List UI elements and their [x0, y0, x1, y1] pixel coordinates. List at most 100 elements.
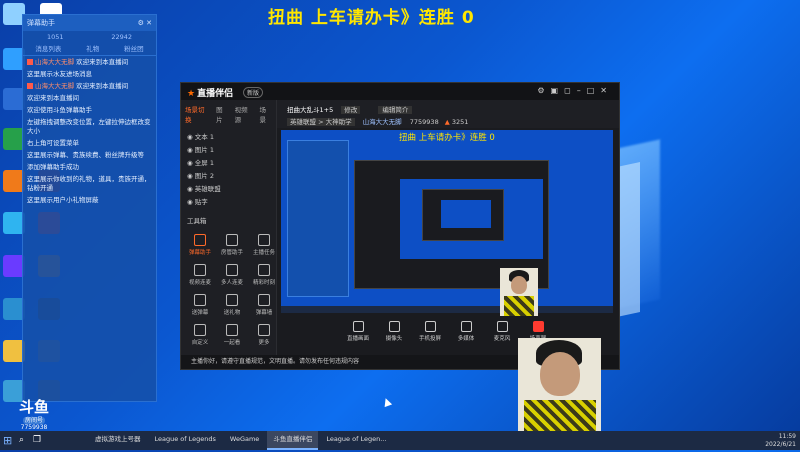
tool-icon	[226, 324, 238, 336]
tab-gifts[interactable]: 礼物	[86, 43, 99, 55]
tool-icon	[258, 324, 270, 336]
sidebar-tab-0[interactable]: 场景切换	[185, 104, 210, 124]
danmaku-helper-header[interactable]: 弹幕助手 ⚙ ✕	[23, 15, 156, 31]
chat-username[interactable]: 山海大大无脚	[35, 82, 74, 90]
search-icon[interactable]: ⌕	[19, 432, 33, 449]
sidebar-tab-3[interactable]: 场景	[259, 104, 272, 124]
eye-icon[interactable]: ◉	[187, 198, 195, 206]
status-text: 主播你好，请遵守直播规范，文明直播。请勿发布任何违规内容	[191, 358, 360, 365]
room-category[interactable]: 英雄联盟 > 大神助学	[287, 118, 355, 126]
chat-message: 这里展示用户小礼物屏蔽	[23, 194, 156, 206]
control-scene[interactable]: 直播画面	[345, 319, 371, 349]
layer-item[interactable]: ◉ 英雄联盟	[181, 180, 276, 193]
tool-item[interactable]: 房管助手	[217, 230, 247, 258]
room-edit-button[interactable]: 修改	[341, 106, 361, 114]
tab-messages[interactable]: 消息列表	[35, 43, 61, 55]
eye-icon[interactable]: ◉	[187, 133, 195, 141]
chat-text: 欢迎来到本直播间	[27, 94, 79, 102]
layer-list: ◉ 文本 1 ◉ 图片 1 ◉ 全屏 1 ◉ 图片 2 ◉ 英雄联盟 ◉ 贴字	[181, 128, 276, 206]
tool-icon	[226, 234, 238, 246]
eye-icon[interactable]: ◉	[187, 185, 195, 193]
danmaku-stats: 1051 22942	[23, 31, 156, 43]
taskbar-app-item[interactable]: 虚拟游戏上号器	[89, 431, 147, 450]
tool-item[interactable]: 弹幕墙	[249, 290, 279, 318]
layer-item[interactable]: ◉ 文本 1	[181, 128, 276, 141]
close-icon[interactable]: ⚙ ✕	[138, 15, 152, 31]
chat-text: 欢迎使用斗鱼弹幕助手	[27, 106, 92, 114]
preview-nested-screen	[400, 179, 543, 259]
chat-text: 这里展示你收到的礼物，道具，贵族开通，钻粉开通	[27, 175, 151, 192]
chat-message: 这里展示弹幕、贵族续费、粉丝牌升级等	[23, 149, 156, 161]
sidebar-tab-2[interactable]: 视频源	[235, 104, 254, 124]
room-id: 7759938	[409, 118, 439, 126]
tool-item[interactable]: 精彩时刻	[249, 260, 279, 288]
layer-label: 图片 2	[194, 172, 214, 180]
tray-date: 2022/6/21	[765, 441, 796, 448]
start-button[interactable]: ⊞	[3, 432, 19, 449]
taskbar-app-item[interactable]: League of Legends	[149, 431, 222, 450]
tool-item[interactable]: 视频连麦	[185, 260, 215, 288]
taskbar-app-item[interactable]: 斗鱼直播伴侣	[267, 431, 319, 450]
layer-item[interactable]: ◉ 贴字	[181, 193, 276, 206]
logo-star-icon: ★	[187, 89, 196, 99]
eye-icon[interactable]: ◉	[187, 159, 195, 167]
control-mic[interactable]: 麦克风	[489, 319, 515, 349]
control-media[interactable]: 多媒体	[453, 319, 479, 349]
eye-icon[interactable]: ◉	[187, 172, 195, 180]
app-logo: ★ 直播伴侣	[187, 86, 233, 99]
chat-username[interactable]: 山海大大无脚	[35, 58, 74, 66]
media-icon	[460, 321, 472, 332]
system-tray: 11:59 2022/6/21	[765, 431, 796, 452]
room-hot: 3251	[451, 118, 469, 126]
preview-taskbar	[281, 306, 613, 313]
tool-label: 弹幕助手	[188, 250, 211, 256]
stream-preview[interactable]: 扭曲 上车请办卡》连胜 0	[281, 130, 613, 313]
tool-item[interactable]: 弹幕助手	[185, 230, 215, 258]
tab-fans[interactable]: 粉丝团	[124, 43, 144, 55]
streaming-companion-window[interactable]: ★ 直播伴侣 新版 ⚙▣◻–□✕ 场景切换 图片 视频源 场景 ◉ 文本 1 ◉ 图…	[180, 82, 620, 370]
layer-item[interactable]: ◉ 全屏 1	[181, 154, 276, 167]
window-controls[interactable]: ⚙▣◻–□✕	[537, 86, 613, 95]
preview-overlay-title: 扭曲 上车请办卡》连胜 0	[399, 133, 495, 143]
danmaku-helper-panel[interactable]: 弹幕助手 ⚙ ✕ 1051 22942 消息列表 礼物 粉丝团 山海大大无脚 欢…	[22, 14, 157, 402]
sidebar-tabs: 场景切换 图片 视频源 场景	[181, 100, 276, 128]
app-titlebar[interactable]: ★ 直播伴侣 新版 ⚙▣◻–□✕	[181, 83, 619, 100]
tool-label: 自定义	[191, 340, 209, 346]
tool-item[interactable]: 主播任务	[249, 230, 279, 258]
layer-item[interactable]: ◉ 图片 1	[181, 141, 276, 154]
layer-item[interactable]: ◉ 图片 2	[181, 167, 276, 180]
eye-icon[interactable]: ◉	[187, 146, 195, 154]
tool-item[interactable]: 一起看	[217, 320, 247, 348]
tool-item[interactable]: 自定义	[185, 320, 215, 348]
room-info-bar: 扭曲大乱斗1+5 修改 编辑简介 英雄联盟 > 大神助学 山海大大无脚 7759…	[277, 100, 619, 128]
control-camera[interactable]: 摄像头	[381, 319, 407, 349]
tool-item[interactable]: 更多	[249, 320, 279, 348]
sidebar-tab-1[interactable]: 图片	[216, 104, 229, 124]
tool-icon	[194, 324, 206, 336]
tool-item[interactable]: 送礼物	[217, 290, 247, 318]
tool-item[interactable]: 多人连麦	[217, 260, 247, 288]
control-phone-cast[interactable]: 手机投屏	[417, 319, 443, 349]
tool-item[interactable]: 送弹幕	[185, 290, 215, 318]
room-tag-button[interactable]: 编辑简介	[378, 106, 413, 114]
task-view-icon[interactable]: ❐	[33, 432, 47, 449]
user-level-badge-icon	[27, 83, 33, 89]
chat-message: 添加弹幕助手成功	[23, 161, 156, 173]
chat-message: 山海大大无脚 欢迎来到本直播间	[23, 56, 156, 68]
version-badge[interactable]: 新版	[243, 87, 264, 98]
tools-grid: 弹幕助手 房管助手 主播任务视频连麦 多人连麦 精彩时刻送弹幕 送礼物 弹幕墙自定义 一起看 更…	[181, 228, 276, 350]
layer-label: 英雄联盟	[194, 185, 221, 193]
taskbar-app-item[interactable]: League of Legen...	[320, 431, 392, 450]
chat-message: 这里展示你收到的礼物，道具，贵族开通，钻粉开通	[23, 173, 156, 194]
tool-label: 精彩时刻	[252, 280, 275, 286]
tool-label: 送礼物	[223, 310, 241, 316]
chat-message: 这里展示水友进场消息	[23, 68, 156, 80]
tool-icon	[194, 264, 206, 276]
webcam-small[interactable]	[500, 268, 538, 316]
windows-taskbar: ⊞ ⌕ ❐ 虚拟游戏上号器 League of Legends WeGame 斗鱼直播…	[0, 431, 800, 450]
danmaku-helper-title: 弹幕助手	[27, 19, 55, 27]
tool-label: 房管助手	[220, 250, 243, 256]
chat-text: 这里展示水友进场消息	[27, 70, 92, 78]
taskbar-app-item[interactable]: WeGame	[224, 431, 265, 450]
screen-icon	[352, 321, 364, 332]
